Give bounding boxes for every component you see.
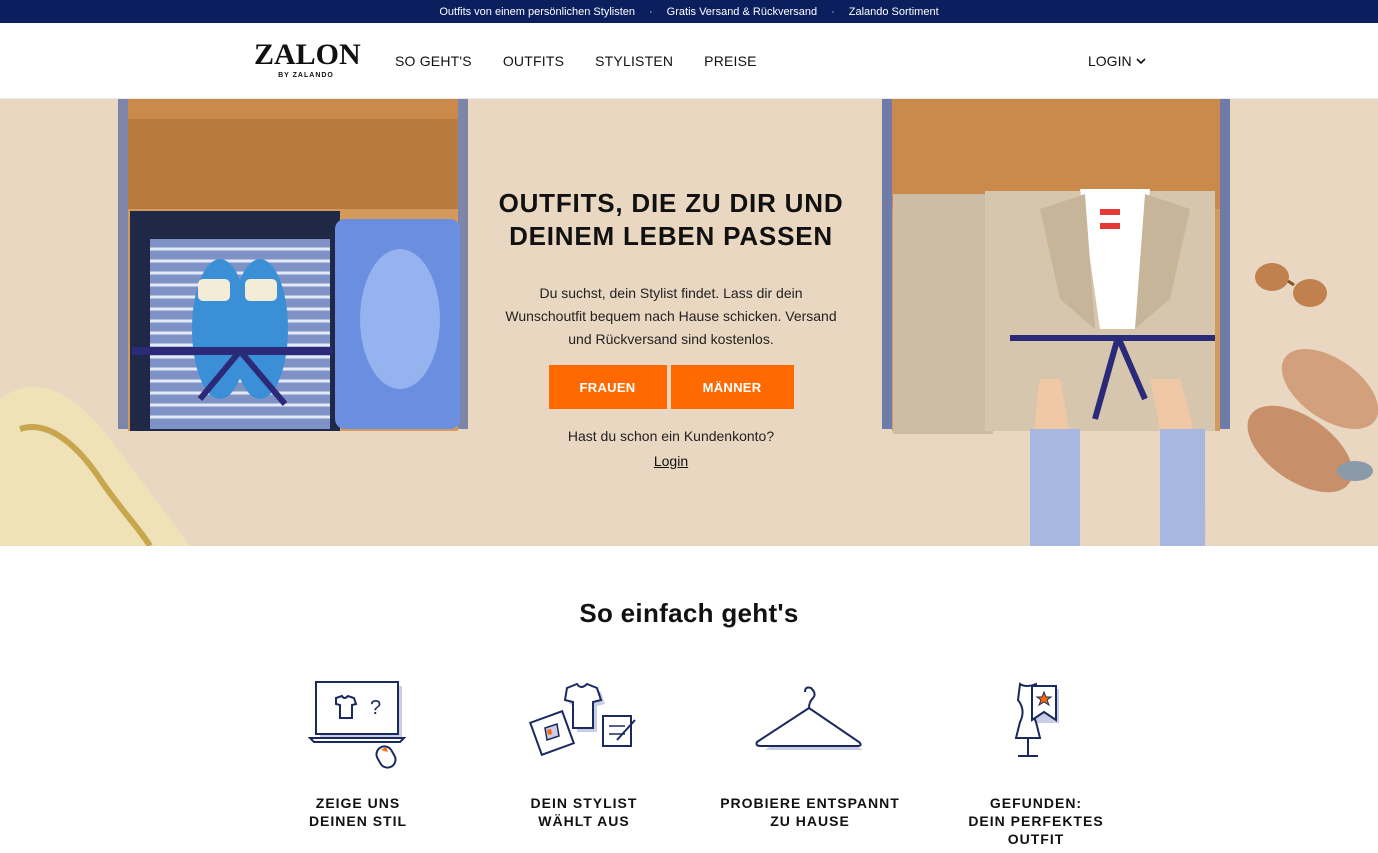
- hanger-icon: [755, 686, 863, 750]
- hero-content: OUTFITS, DIE ZU DIR UND DEINEM LEBEN PAS…: [478, 187, 864, 471]
- step-label-line: ZEIGE UNS: [315, 795, 401, 811]
- chevron-down-icon: [1136, 58, 1146, 65]
- login-menu-label: LOGIN: [1088, 53, 1132, 69]
- login-menu[interactable]: LOGIN: [1088, 53, 1146, 69]
- suede-shoes: [1247, 349, 1378, 493]
- women-button[interactable]: FRAUEN: [548, 365, 667, 409]
- promo-separator: ·: [831, 5, 835, 18]
- hero-text-line: Wunschoutfit bequem nach Hause schicken.…: [505, 308, 837, 324]
- gender-buttons: FRAUEN MÄNNER: [478, 365, 864, 409]
- mens-outfit-box: [882, 99, 1230, 546]
- nav-preise[interactable]: PREISE: [704, 53, 757, 69]
- logo-wordmark: ZALON: [254, 38, 361, 71]
- main-nav: SO GEHT'S OUTFITS STYLISTEN PREISE: [395, 53, 757, 69]
- step-label-line: DEIN STYLIST: [530, 795, 638, 811]
- hero-title-line: OUTFITS, DIE ZU DIR UND: [498, 188, 844, 218]
- mannequin-bookmark-icon: [1014, 682, 1059, 757]
- step-show-style: ? ZEIGE UNS DEINEN STIL: [248, 680, 468, 830]
- promo-item-stylist: Outfits von einem persönlichen Stylisten: [439, 5, 635, 18]
- hero-text-line: Du suchst, dein Stylist findet. Lass dir…: [539, 285, 803, 301]
- step-label-line: PROBIERE ENTSPANNT: [720, 795, 900, 811]
- step-label: GEFUNDEN: DEIN PERFEKTES OUTFIT: [926, 794, 1146, 848]
- step-label: ZEIGE UNS DEINEN STIL: [248, 794, 468, 830]
- nav-stylisten[interactable]: STYLISTEN: [595, 53, 673, 69]
- womens-outfit-box: [118, 99, 468, 431]
- step-label-line: WÄHLT AUS: [538, 813, 630, 829]
- nav-outfits[interactable]: OUTFITS: [503, 53, 564, 69]
- step-try-at-home: PROBIERE ENTSPANNT ZU HAUSE: [700, 680, 920, 830]
- step-label: PROBIERE ENTSPANNT ZU HAUSE: [700, 794, 920, 830]
- promo-item-shipping: Gratis Versand & Rückversand: [666, 5, 818, 18]
- nav-so-gehts[interactable]: SO GEHT'S: [395, 53, 472, 69]
- site-header: ZALON BY ZALANDO SO GEHT'S OUTFITS STYLI…: [0, 23, 1378, 99]
- step-stylist-picks: DEIN STYLIST WÄHLT AUS: [474, 680, 694, 830]
- step-label-line: GEFUNDEN:: [989, 795, 1083, 811]
- hero-login-link[interactable]: Login: [654, 453, 688, 469]
- section-title: So einfach geht's: [579, 598, 799, 628]
- hero-description: Du suchst, dein Stylist findet. Lass dir…: [478, 282, 864, 351]
- promo-separator: ·: [649, 5, 653, 18]
- promo-item-assortment: Zalando Sortiment: [848, 5, 939, 18]
- step-label-line: DEIN PERFEKTES: [968, 813, 1104, 829]
- step-perfect-outfit: GEFUNDEN: DEIN PERFEKTES OUTFIT: [926, 680, 1146, 848]
- step-label-line: ZU HAUSE: [770, 813, 850, 829]
- laptop-shirt-icon: ?: [308, 681, 407, 769]
- promo-bar: Outfits von einem persönlichen Stylisten…: [0, 0, 1378, 23]
- zalon-logo[interactable]: ZALON BY ZALANDO: [254, 38, 361, 80]
- account-question: Hast du schon ein Kundenkonto?: [567, 428, 775, 444]
- hero-banner: OUTFITS, DIE ZU DIR UND DEINEM LEBEN PAS…: [0, 99, 1378, 546]
- hero-title-line: DEINEM LEBEN PASSEN: [509, 221, 833, 251]
- svg-text:?: ?: [370, 697, 381, 719]
- step-label-line: OUTFIT: [1007, 831, 1065, 847]
- stylist-picks-icon: [529, 682, 636, 757]
- hero-text-line: und Rückversand sind kostenlos.: [568, 331, 774, 347]
- step-label-line: DEINEN STIL: [308, 813, 408, 829]
- sunglasses: [1255, 263, 1327, 307]
- hero-title: OUTFITS, DIE ZU DIR UND DEINEM LEBEN PAS…: [478, 187, 864, 253]
- logo-byline: BY ZALANDO: [278, 72, 334, 79]
- men-button[interactable]: MÄNNER: [670, 365, 794, 409]
- step-label: DEIN STYLIST WÄHLT AUS: [474, 794, 694, 830]
